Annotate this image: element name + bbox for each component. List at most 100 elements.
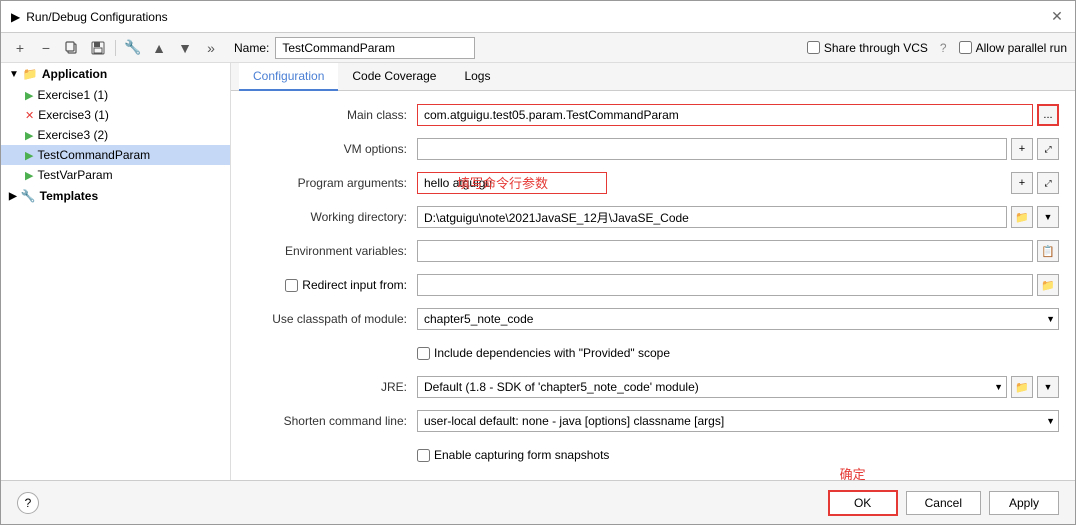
up-button[interactable]: ▲ — [148, 37, 170, 59]
vcs-checkbox[interactable] — [807, 41, 820, 54]
name-input[interactable] — [275, 37, 475, 59]
vm-options-input[interactable] — [417, 138, 1007, 160]
main-class-container: Main class: ... 搜索要运行的主类 ↘ — [247, 103, 1059, 127]
snapshots-label[interactable]: Enable capturing form snapshots — [417, 448, 609, 462]
toolbar: + − 🔧 ▲ ▼ » Name: Share throu — [1, 33, 1075, 63]
env-vars-row: Environment variables: 📋 — [247, 239, 1059, 263]
tab-configuration[interactable]: Configuration — [239, 63, 338, 91]
settings-button[interactable]: 🔧 — [122, 37, 144, 59]
run-icon: ▶ — [25, 89, 33, 102]
sidebar-item-testcommandparam[interactable]: ▶ TestCommandParam — [1, 145, 230, 165]
parallel-checkbox-label[interactable]: Allow parallel run — [959, 41, 1067, 55]
help-button[interactable]: ? — [17, 492, 39, 514]
sidebar-application-folder[interactable]: ▼ 📁 Application — [1, 63, 230, 85]
main-window: ▶ Run/Debug Configurations ✕ + − 🔧 ▲ ▼ » — [0, 0, 1076, 525]
main-class-row: Main class: ... — [247, 103, 1059, 127]
add-button[interactable]: + — [9, 37, 31, 59]
working-dir-browse[interactable]: 📁 — [1011, 206, 1033, 228]
vcs-checkbox-label[interactable]: Share through VCS — [807, 41, 928, 55]
snapshots-row: Enable capturing form snapshots — [247, 443, 1059, 467]
folder-arrow: ▼ — [9, 69, 19, 80]
sidebar-item-testvarparam[interactable]: ▶ TestVarParam — [1, 165, 230, 185]
templates-label: Templates — [40, 189, 98, 203]
snapshots-checkbox[interactable] — [417, 449, 430, 462]
confirm-annotation: 确定 — [840, 464, 866, 483]
jre-control: Default (1.8 - SDK of 'chapter5_note_cod… — [417, 376, 1059, 398]
save-button[interactable] — [87, 37, 109, 59]
sidebar-item-exercise3-2[interactable]: ▶ Exercise3 (2) — [1, 125, 230, 145]
main-class-label: Main class: — [247, 108, 417, 122]
config-form: Main class: ... 搜索要运行的主类 ↘ VM options: + — [231, 91, 1075, 480]
jre-browse[interactable]: 📁 — [1011, 376, 1033, 398]
args-expand-button[interactable]: + — [1011, 172, 1033, 194]
templates-arrow: ▶ — [9, 191, 17, 202]
tab-logs[interactable]: Logs — [450, 63, 504, 91]
cancel-button[interactable]: Cancel — [906, 491, 981, 515]
args-fullscreen-button[interactable]: ⤢ — [1037, 172, 1059, 194]
tab-code-coverage[interactable]: Code Coverage — [338, 63, 450, 91]
program-args-control: 填写命令行参数 + ⤢ — [417, 172, 1059, 194]
ok-button[interactable]: OK — [828, 490, 898, 516]
more-button[interactable]: » — [200, 37, 222, 59]
sidebar-item-exercise1[interactable]: ▶ Exercise1 (1) — [1, 85, 230, 105]
jre-dropdown[interactable]: ▼ — [1037, 376, 1059, 398]
working-dir-control: 📁 ▼ — [417, 206, 1059, 228]
redirect-check-cell: Redirect input from: — [247, 278, 417, 292]
program-args-label: Program arguments: — [247, 176, 417, 190]
sidebar-item-exercise3-1[interactable]: ✕ Exercise3 (1) — [1, 105, 230, 125]
redirect-checkbox[interactable] — [285, 279, 298, 292]
vm-options-row: VM options: + ⤢ — [247, 137, 1059, 161]
vm-options-control: + ⤢ — [417, 138, 1059, 160]
shorten-select-wrap: user-local default: none - java [options… — [417, 410, 1059, 432]
browse-class-button[interactable]: ... — [1037, 104, 1059, 126]
working-dir-label: Working directory: — [247, 210, 417, 224]
shorten-row: Shorten command line: user-local default… — [247, 409, 1059, 433]
down-button[interactable]: ▼ — [174, 37, 196, 59]
include-deps-label[interactable]: Include dependencies with "Provided" sco… — [417, 346, 670, 360]
redirect-input[interactable] — [417, 274, 1033, 296]
name-label: Name: — [234, 41, 269, 55]
run-icon-3: ▶ — [25, 149, 33, 162]
env-vars-browse[interactable]: 📋 — [1037, 240, 1059, 262]
title-bar-left: ▶ Run/Debug Configurations — [11, 10, 168, 24]
vm-expand-button[interactable]: + — [1011, 138, 1033, 160]
env-vars-label: Environment variables: — [247, 244, 417, 258]
sidebar: ▼ 📁 Application ▶ Exercise1 (1) ✕ Exerci… — [1, 63, 231, 480]
copy-button[interactable] — [61, 37, 83, 59]
redirect-browse[interactable]: 📁 — [1037, 274, 1059, 296]
folder-icon: 📁 — [23, 67, 38, 81]
working-dir-dropdown[interactable]: ▼ — [1037, 206, 1059, 228]
shorten-select[interactable]: user-local default: none - java [options… — [417, 410, 1059, 432]
redirect-control: 📁 — [417, 274, 1059, 296]
toolbar-sep — [115, 40, 116, 56]
shorten-control: user-local default: none - java [options… — [417, 410, 1059, 432]
apply-button[interactable]: Apply — [989, 491, 1059, 515]
vcs-check-area: Share through VCS ? Allow parallel run — [807, 41, 1067, 55]
program-args-input[interactable] — [417, 172, 607, 194]
include-deps-row: Include dependencies with "Provided" sco… — [417, 341, 1059, 365]
name-area: Name: — [234, 37, 475, 59]
classpath-control: chapter5_note_code ▼ — [417, 308, 1059, 330]
wrench-icon: 🔧 — [21, 189, 36, 203]
classpath-select[interactable]: chapter5_note_code — [417, 308, 1059, 330]
working-dir-input[interactable] — [417, 206, 1007, 228]
main-class-control: ... — [417, 104, 1059, 126]
remove-button[interactable]: − — [35, 37, 57, 59]
vcs-help-icon[interactable]: ? — [940, 41, 947, 55]
env-vars-input[interactable] — [417, 240, 1033, 262]
classpath-select-wrap: chapter5_note_code ▼ — [417, 308, 1059, 330]
tabs: Configuration Code Coverage Logs — [231, 63, 1075, 91]
include-deps-checkbox[interactable] — [417, 347, 430, 360]
program-args-row: Program arguments: 填写命令行参数 + ⤢ — [247, 171, 1059, 195]
sidebar-templates-folder[interactable]: ▶ 🔧 Templates — [1, 185, 230, 207]
vm-fullscreen-button[interactable]: ⤢ — [1037, 138, 1059, 160]
window-title: Run/Debug Configurations — [26, 10, 167, 24]
run-icon-4: ▶ — [25, 169, 33, 182]
parallel-checkbox[interactable] — [959, 41, 972, 54]
main-area: ▼ 📁 Application ▶ Exercise1 (1) ✕ Exerci… — [1, 63, 1075, 480]
main-class-input[interactable] — [417, 104, 1033, 126]
title-bar: ▶ Run/Debug Configurations ✕ — [1, 1, 1075, 33]
arrow-annotation-1: ↘ — [1012, 91, 1042, 94]
jre-select[interactable]: Default (1.8 - SDK of 'chapter5_note_cod… — [417, 376, 1007, 398]
close-button[interactable]: ✕ — [1049, 9, 1065, 25]
